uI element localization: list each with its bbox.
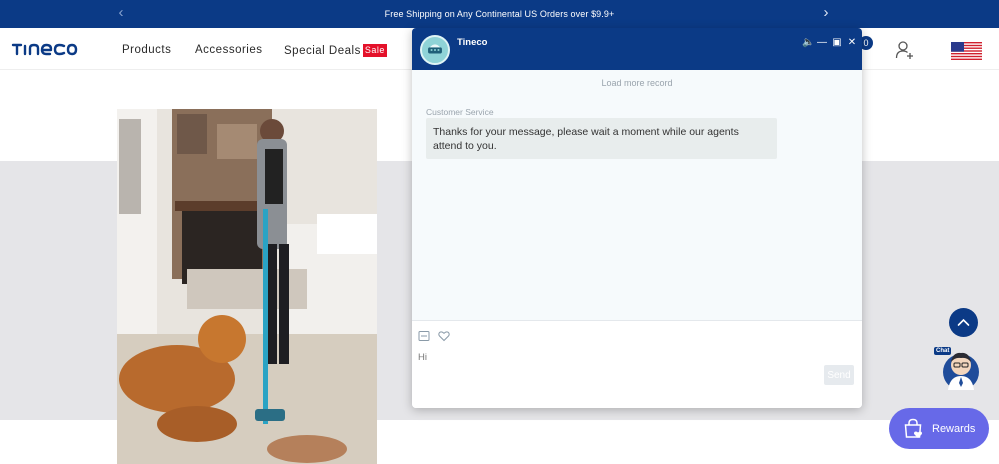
nav-accessories[interactable]: Accessories [195, 44, 263, 56]
mail-icon[interactable] [418, 330, 430, 342]
chat-title: Tineco [457, 37, 488, 48]
chat-message-input[interactable] [418, 349, 718, 365]
minimize-icon[interactable]: — [817, 37, 827, 49]
load-more-link[interactable]: Load more record [412, 78, 862, 88]
nav-label: Products [122, 44, 172, 56]
hero-lifestyle-photo [117, 109, 377, 464]
popout-icon[interactable]: ▣ [832, 37, 842, 49]
announcement-text: Free Shipping on Any Continental US Orde… [384, 9, 615, 19]
sound-icon[interactable]: 🔈 [802, 37, 814, 49]
announcement-bar: ‹ Free Shipping on Any Continental US Or… [0, 0, 999, 28]
us-flag-icon[interactable] [951, 42, 982, 60]
live-chat-window: Tineco 🔈 — ▣ ✕ Load more record Customer… [412, 28, 862, 408]
sale-badge: Sale [362, 44, 387, 57]
chevron-right-icon[interactable]: › [818, 4, 834, 22]
agent-name: Customer Service [426, 107, 494, 117]
user-add-icon[interactable] [895, 40, 915, 60]
chat-input-area: Send [412, 321, 862, 408]
send-button[interactable]: Send [824, 365, 854, 385]
chat-header: Tineco 🔈 — ▣ ✕ [412, 28, 862, 70]
nav-special-deals[interactable]: Special Deals Sale [284, 44, 387, 57]
rewards-button[interactable]: Rewards [889, 408, 989, 449]
chat-tag-label: Chat [934, 347, 952, 355]
heart-icon[interactable] [438, 330, 450, 342]
tineco-logo[interactable] [11, 41, 91, 57]
nav-label: Special Deals [284, 45, 361, 57]
agent-avatar [420, 35, 450, 65]
nav-products[interactable]: Products [122, 44, 171, 56]
shopping-bag-heart-icon [904, 418, 923, 438]
chat-controls: 🔈 — ▣ ✕ [802, 36, 857, 50]
close-icon[interactable]: ✕ [847, 37, 857, 49]
rewards-label: Rewards [932, 423, 976, 435]
nav-label: Accessories [195, 44, 263, 56]
agent-message-bubble: Thanks for your message, please wait a m… [426, 118, 777, 159]
arrow-up-icon [957, 318, 970, 326]
scroll-to-top-button[interactable] [949, 308, 978, 337]
